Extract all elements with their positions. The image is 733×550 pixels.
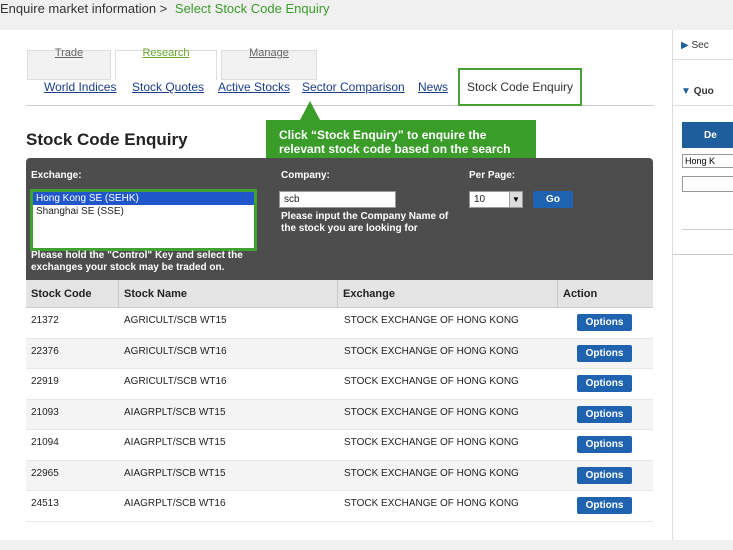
sidebar-section-label: Quo <box>693 86 714 97</box>
sidebar-button[interactable]: De <box>682 122 733 148</box>
col-stock-code: Stock Code <box>26 280 119 308</box>
per-page-select[interactable]: 10 ▼ <box>469 191 523 208</box>
chevron-down-icon[interactable]: ▼ <box>509 192 522 207</box>
company-input[interactable]: scb <box>279 191 396 208</box>
table-header: Stock Code Stock Name Exchange Action <box>26 280 653 308</box>
go-button[interactable]: Go <box>533 191 573 208</box>
breadcrumb-current: Select Stock Code Enquiry <box>174 1 330 16</box>
page-title: Stock Code Enquiry <box>26 130 188 149</box>
breadcrumb-parent: Enquire market information > <box>0 1 168 16</box>
exchange-label: Exchange: <box>31 170 82 181</box>
exchange-name: STOCK EXCHANGE OF HONG KONG <box>344 437 519 448</box>
results-table: Stock Code Stock Name Exchange Action 21… <box>26 280 653 522</box>
stock-name: AGRICULT/SCB WT16 <box>124 345 227 357</box>
tab-active-stocks[interactable]: Active Stocks <box>218 80 290 94</box>
options-button[interactable]: Options <box>577 436 632 453</box>
table-row: 21094 AIAGRPLT/SCB WT15 STOCK EXCHANGE O… <box>26 430 653 461</box>
exchange-note: Please hold the "Control" Key and select… <box>31 250 243 273</box>
table-row: 22919 AGRICULT/SCB WT16 STOCK EXCHANGE O… <box>26 369 653 400</box>
tab-news[interactable]: News <box>418 80 448 94</box>
options-button[interactable]: Options <box>577 314 632 331</box>
divider <box>673 254 733 255</box>
options-button[interactable]: Options <box>577 466 632 484</box>
divider <box>682 229 733 230</box>
table-row: 21093 AIAGRPLT/SCB WT15 STOCK EXCHANGE O… <box>26 399 653 430</box>
stock-name: AGRICULT/SCB WT15 <box>124 315 227 326</box>
exchange-name: STOCK EXCHANGE OF HONG KONG <box>344 345 519 357</box>
company-label: Company: <box>281 170 330 181</box>
stock-code: 21093 <box>31 406 59 418</box>
exchange-name: STOCK EXCHANGE OF HONG KONG <box>344 467 519 479</box>
tab-research[interactable]: Research <box>115 48 217 80</box>
table-row: 21372 AGRICULT/SCB WT15 STOCK EXCHANGE O… <box>26 308 653 339</box>
research-sub-tabs: World Indices Stock Quotes Active Stocks… <box>26 68 654 106</box>
exchange-name: STOCK EXCHANGE OF HONG KONG <box>344 376 519 387</box>
chevron-right-icon: ▶ <box>681 40 689 51</box>
exchange-name: STOCK EXCHANGE OF HONG KONG <box>344 315 519 326</box>
exchange-name: STOCK EXCHANGE OF HONG KONG <box>344 498 519 509</box>
sidebar-section-sector[interactable]: ▶ Sec <box>673 30 733 60</box>
chevron-down-icon: ▼ <box>681 86 691 97</box>
per-page-label: Per Page: <box>469 170 516 181</box>
stock-code: 24513 <box>31 498 59 509</box>
tab-manage[interactable]: Manage <box>221 48 317 80</box>
options-button[interactable]: Options <box>577 344 632 362</box>
col-action: Action <box>563 288 598 300</box>
table-row: 22965 AIAGRPLT/SCB WT15 STOCK EXCHANGE O… <box>26 460 653 491</box>
research-page: Trade Research Manage World Indices Stoc… <box>0 30 733 540</box>
stock-code: 22376 <box>31 345 59 357</box>
tab-stock-code-enquiry[interactable]: Stock Code Enquiry <box>458 68 582 106</box>
stock-name: AIAGRPLT/SCB WT15 <box>124 437 226 448</box>
tab-stock-quotes[interactable]: Stock Quotes <box>132 80 204 94</box>
company-note: Please input the Company Name of the sto… <box>281 211 449 234</box>
sidebar-code-input[interactable] <box>682 176 733 192</box>
stock-code: 21094 <box>31 437 59 448</box>
tab-trade[interactable]: Trade <box>27 48 111 80</box>
stock-code: 22965 <box>31 467 59 479</box>
stock-code: 22919 <box>31 376 59 387</box>
exchange-option-sse[interactable]: Shanghai SE (SSE) <box>33 205 254 218</box>
sidebar-section-quote[interactable]: ▼ Quo <box>673 76 733 106</box>
right-sidebar: ▶ Sec ▼ Quo De Hong K <box>672 30 733 540</box>
per-page-value: 10 <box>474 194 486 205</box>
stock-code: 21372 <box>31 315 59 326</box>
tab-world-indices[interactable]: World Indices <box>44 80 116 94</box>
stock-name: AIAGRPLT/SCB WT15 <box>124 467 226 479</box>
col-exchange: Exchange <box>338 280 558 308</box>
table-row: 24513 AIAGRPLT/SCB WT16 STOCK EXCHANGE O… <box>26 491 653 522</box>
stock-name: AIAGRPLT/SCB WT15 <box>124 406 226 418</box>
stock-name: AIAGRPLT/SCB WT16 <box>124 498 226 509</box>
col-stock-name: Stock Name <box>119 280 338 308</box>
sidebar-section-label: Sec <box>691 40 709 51</box>
breadcrumb: Enquire market information > Select Stoc… <box>0 0 330 22</box>
exchange-option-sehk[interactable]: Hong Kong SE (SEHK) <box>33 192 254 205</box>
tab-sector-comparison[interactable]: Sector Comparison <box>302 80 405 94</box>
search-filter-panel: Exchange: Hong Kong SE (SEHK) Shanghai S… <box>26 158 653 280</box>
callout-pointer <box>300 101 320 120</box>
options-button[interactable]: Options <box>577 405 632 423</box>
options-button[interactable]: Options <box>577 375 632 392</box>
exchange-listbox[interactable]: Hong Kong SE (SEHK) Shanghai SE (SSE) <box>30 189 257 251</box>
stock-name: AGRICULT/SCB WT16 <box>124 376 227 387</box>
table-row: 22376 AGRICULT/SCB WT16 STOCK EXCHANGE O… <box>26 338 653 369</box>
options-button[interactable]: Options <box>577 497 632 514</box>
exchange-name: STOCK EXCHANGE OF HONG KONG <box>344 406 519 418</box>
sidebar-exchange-input[interactable]: Hong K <box>682 154 733 168</box>
